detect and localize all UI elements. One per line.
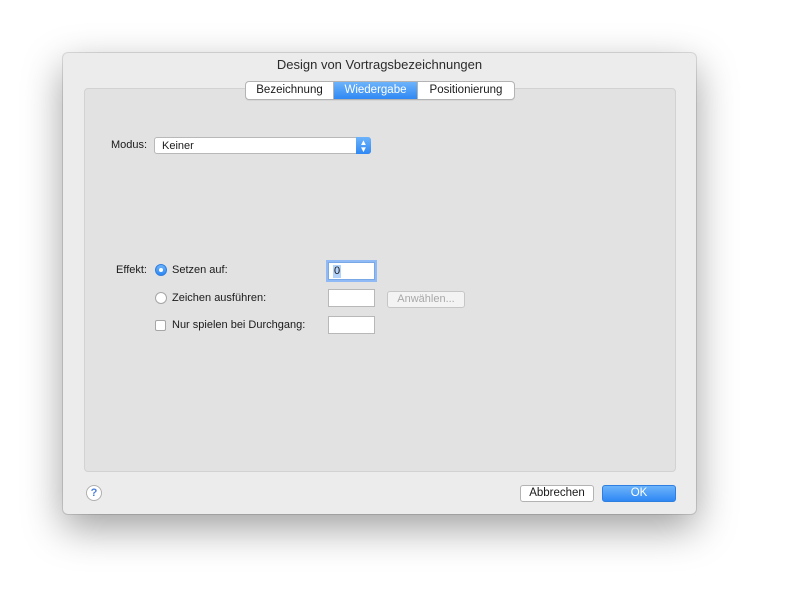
- help-icon[interactable]: ?: [86, 485, 102, 501]
- nur-spielen-checkbox[interactable]: [155, 320, 166, 331]
- modus-select[interactable]: Keiner ▲ ▼: [154, 137, 371, 154]
- setzen-auf-label: Setzen auf:: [172, 264, 228, 276]
- cancel-button[interactable]: Abbrechen: [520, 485, 594, 502]
- setzen-auf-value: 0: [333, 265, 342, 278]
- modus-label: Modus:: [111, 139, 148, 151]
- nur-spielen-field[interactable]: [328, 316, 375, 334]
- tab-bar: Bezeichnung Wiedergabe Positionierung: [245, 81, 515, 100]
- zeichen-ausfuehren-field[interactable]: [328, 289, 375, 307]
- dialog-title: Design von Vortragsbezeichnungen: [276, 57, 483, 72]
- zeichen-ausfuehren-radio[interactable]: [155, 292, 167, 304]
- anwaehlen-button[interactable]: Anwählen...: [387, 291, 465, 308]
- setzen-auf-radio[interactable]: [155, 264, 167, 276]
- tab-positionierung[interactable]: Positionierung: [418, 82, 514, 99]
- up-down-chevron-icon: ▲ ▼: [356, 137, 371, 154]
- ok-button[interactable]: OK: [602, 485, 676, 502]
- tab-bezeichnung[interactable]: Bezeichnung: [246, 82, 334, 99]
- design-dialog: Design von Vortragsbezeichnungen Bezeich…: [63, 53, 696, 514]
- tab-wiedergabe[interactable]: Wiedergabe: [334, 82, 418, 99]
- nur-spielen-label: Nur spielen bei Durchgang:: [172, 319, 306, 331]
- modus-select-value: Keiner: [162, 140, 194, 152]
- effekt-label: Effekt:: [116, 264, 147, 276]
- setzen-auf-field[interactable]: 0: [328, 262, 375, 280]
- zeichen-ausfuehren-label: Zeichen ausführen:: [172, 292, 267, 304]
